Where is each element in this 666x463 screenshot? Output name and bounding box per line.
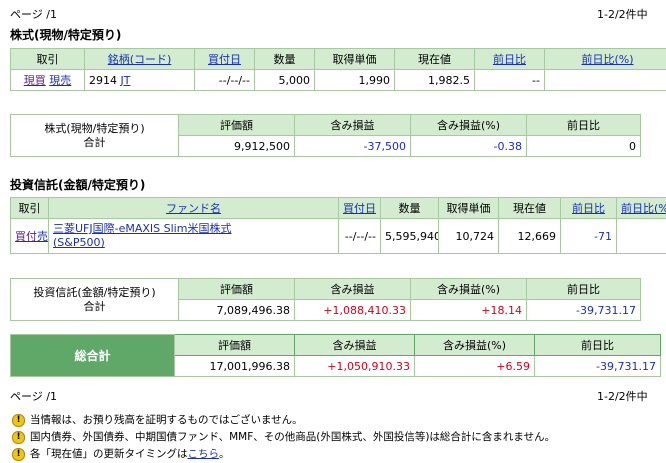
stock-name-link[interactable]: JT xyxy=(121,74,131,87)
col-change-pct[interactable]: 前日比(%) xyxy=(616,197,666,219)
change: -71 xyxy=(560,218,617,254)
grand-pl: +1,050,910.33 xyxy=(294,355,415,377)
col-cost: 取得単価 xyxy=(314,48,395,70)
col-change[interactable]: 前日比 xyxy=(560,197,617,219)
fund-name-link[interactable]: 三菱UFJ国際-eMAXIS Slim米国株式 (S&P500) xyxy=(53,222,231,249)
sort-stock-code[interactable]: 銘柄(コード) xyxy=(108,53,172,66)
sort-fund-name[interactable]: ファンド名 xyxy=(166,202,221,215)
change-pct xyxy=(544,69,666,91)
cost: 1,990 xyxy=(314,69,395,91)
pager-top: ページ /1 xyxy=(10,8,57,21)
fund-header-row: 取引 ファンド名 買付日 数量 取得単価 現在値 前日比 前日比(%) xyxy=(10,197,666,219)
fund-table: 取引 ファンド名 買付日 数量 取得単価 現在値 前日比 前日比(%) 買付売却… xyxy=(10,197,666,254)
warning-icon: ! xyxy=(12,430,25,444)
pager-bottom: ページ /1 xyxy=(10,390,57,403)
col-buy-date[interactable]: 買付日 xyxy=(194,48,255,70)
price: 1,982.5 xyxy=(394,69,475,91)
fund-section-title: 投資信託(金額/特定預り) xyxy=(10,178,146,192)
col-trade: 取引 xyxy=(10,48,85,70)
sort-change[interactable]: 前日比 xyxy=(493,53,526,66)
col-stock-code[interactable]: 銘柄(コード) xyxy=(84,48,195,70)
qty: 5,595,940 xyxy=(380,218,439,254)
stock-table: 取引 銘柄(コード) 買付日 数量 取得単価 現在値 前日比 前日比(%) 現買… xyxy=(10,48,666,91)
warning-icon: ! xyxy=(12,413,25,427)
note-3: ! 各「現在値」の更新タイミングはこちら。 xyxy=(12,446,230,461)
fund-name-cell: 三菱UFJ国際-eMAXIS Slim米国株式 (S&P500) xyxy=(48,218,339,254)
qty: 5,000 xyxy=(254,69,315,91)
col-price: 現在値 xyxy=(498,197,561,219)
grand-total-table: 総合計 評価額 含み損益 含み損益(%) 前日比 17,001,996.38 +… xyxy=(10,334,661,377)
stock-sum-pl: -37,500 xyxy=(294,135,411,157)
pager-count-top: 1-2/2件中 xyxy=(597,8,648,21)
warning-icon: ! xyxy=(12,447,25,461)
fund-summary-label: 投資信託(金額/特定預り) 合計 xyxy=(10,278,179,321)
grand-h-plpct: 含み損益(%) xyxy=(414,334,535,356)
sort-change-pct[interactable]: 前日比(%) xyxy=(581,53,633,66)
grand-chg: -39,731.17 xyxy=(534,355,661,377)
sum-h-plpct: 含み損益(%) xyxy=(410,114,527,136)
stock-code: 2914 xyxy=(89,73,117,87)
note-1: ! 当情報は、お預り残高を証明するものではございません。 xyxy=(12,412,303,427)
grand-plpct: +6.59 xyxy=(414,355,535,377)
cost: 10,724 xyxy=(438,218,499,254)
stock-name-cell: 2914 JT xyxy=(84,69,195,91)
sort-buy-date[interactable]: 買付日 xyxy=(343,202,376,215)
col-price: 現在値 xyxy=(394,48,475,70)
sum-h-plpct: 含み損益(%) xyxy=(410,278,527,300)
trade-links: 現買 現売 xyxy=(10,69,85,91)
grand-h-value: 評価額 xyxy=(174,334,295,356)
grand-value: 17,001,996.38 xyxy=(174,355,295,377)
sum-h-pl: 含み損益 xyxy=(294,278,411,300)
trade-links: 買付売却 xyxy=(10,218,49,254)
sum-h-chg: 前日比 xyxy=(526,114,641,136)
buy-date: --/--/-- xyxy=(194,69,255,91)
col-change-pct[interactable]: 前日比(%) xyxy=(544,48,666,70)
fund-sum-plpct: +18.14 xyxy=(410,299,527,321)
sort-change-pct[interactable]: 前日比(%) xyxy=(621,202,666,215)
fund-sum-value: 7,089,496.38 xyxy=(178,299,295,321)
col-change[interactable]: 前日比 xyxy=(474,48,545,70)
stock-summary-table: 株式(現物/特定預り) 合計 評価額 含み損益 含み損益(%) 前日比 9,912… xyxy=(10,114,641,157)
col-qty: 数量 xyxy=(380,197,439,219)
sell-link[interactable]: 現売 xyxy=(49,74,71,87)
sum-h-value: 評価額 xyxy=(178,114,295,136)
change-pct xyxy=(616,218,666,254)
stock-sum-plpct: -0.38 xyxy=(410,135,527,157)
fund-sum-chg: -39,731.17 xyxy=(526,299,641,321)
buy-link[interactable]: 現買 xyxy=(24,74,46,87)
sum-h-value: 評価額 xyxy=(178,278,295,300)
sum-h-chg: 前日比 xyxy=(526,278,641,300)
stock-summary-label: 株式(現物/特定預り) 合計 xyxy=(10,114,179,157)
col-trade: 取引 xyxy=(10,197,49,219)
grand-total-label: 総合計 xyxy=(10,334,175,377)
col-fund-name[interactable]: ファンド名 xyxy=(48,197,339,219)
grand-h-pl: 含み損益 xyxy=(294,334,415,356)
price: 12,669 xyxy=(498,218,561,254)
table-row: 現買 現売 2914 JT --/--/-- 5,000 1,990 1,982… xyxy=(10,69,666,91)
buy-date: --/--/-- xyxy=(338,218,381,254)
sum-h-pl: 含み損益 xyxy=(294,114,411,136)
fund-summary-table: 投資信託(金額/特定預り) 合計 評価額 含み損益 含み損益(%) 前日比 7,0… xyxy=(10,278,641,321)
stock-header-row: 取引 銘柄(コード) 買付日 数量 取得単価 現在値 前日比 前日比(%) xyxy=(10,48,666,70)
change: -- xyxy=(474,69,545,91)
sort-change[interactable]: 前日比 xyxy=(572,202,605,215)
sort-buy-date[interactable]: 買付日 xyxy=(208,53,241,66)
buy-link[interactable]: 買付 xyxy=(15,230,37,243)
sell-link[interactable]: 売却 xyxy=(37,230,48,243)
update-timing-link[interactable]: こちら xyxy=(188,448,220,460)
fund-sum-pl: +1,088,410.33 xyxy=(294,299,411,321)
grand-h-chg: 前日比 xyxy=(534,334,661,356)
stock-section-title: 株式(現物/特定預り) xyxy=(10,28,122,42)
col-buy-date[interactable]: 買付日 xyxy=(338,197,381,219)
stock-sum-value: 9,912,500 xyxy=(178,135,295,157)
stock-sum-chg: 0 xyxy=(526,135,641,157)
table-row: 買付売却 三菱UFJ国際-eMAXIS Slim米国株式(S&P500) --/… xyxy=(10,218,666,254)
col-qty: 数量 xyxy=(254,48,315,70)
col-cost: 取得単価 xyxy=(438,197,499,219)
pager-count-bottom: 1-2/2件中 xyxy=(597,390,648,403)
note-2: ! 国内債券、外国債券、中期国債ファンド、MMF、その他商品(外国株式、外国投信等… xyxy=(12,429,555,444)
